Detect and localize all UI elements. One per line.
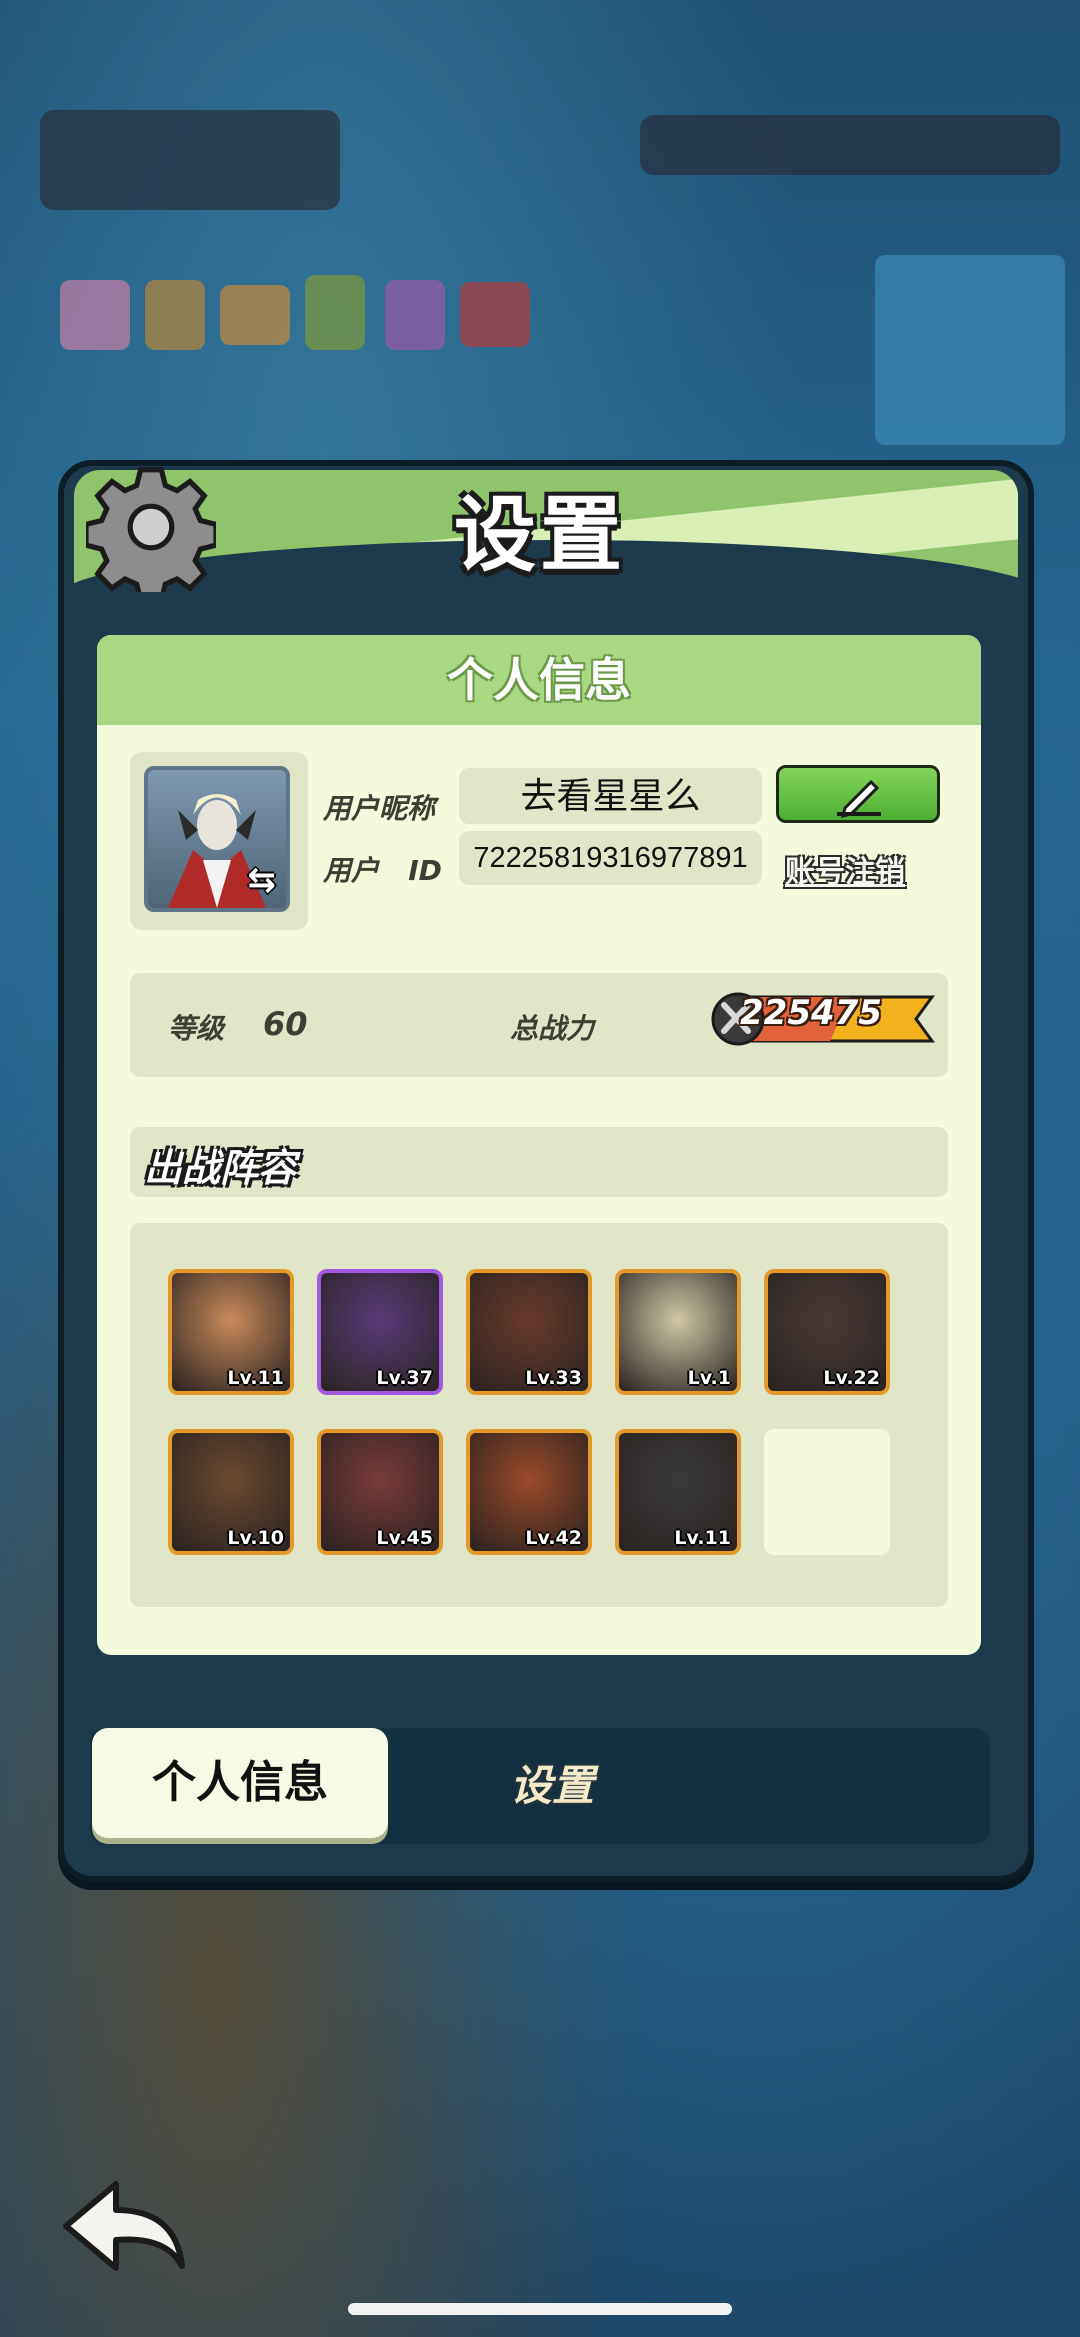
hero-level: Lv.37 <box>376 1367 433 1389</box>
uid-label-text: 用户 <box>323 854 380 887</box>
hero-slot[interactable]: Lv.33 <box>466 1269 592 1395</box>
hero-level: Lv.45 <box>376 1527 433 1549</box>
hero-level: Lv.1 <box>687 1367 731 1389</box>
avatar[interactable]: ⇆ <box>144 766 290 912</box>
avatar-frame[interactable]: ⇆ <box>130 752 308 930</box>
uid-label-suffix: ID <box>408 854 442 887</box>
back-arrow-icon[interactable] <box>56 2170 196 2280</box>
hero-slot[interactable]: Lv.37 <box>317 1269 443 1395</box>
lineup-header: 出战阵容 <box>130 1127 948 1197</box>
stats-row: 等级 60 总战力 225475 <box>130 973 948 1077</box>
dialog-title: 设置 <box>453 488 626 583</box>
uid-field[interactable]: 72225819316977891 <box>459 831 762 885</box>
hero-level: Lv.10 <box>227 1527 284 1549</box>
hero-slot[interactable]: Lv.42 <box>466 1429 592 1555</box>
cancel-account-link[interactable]: 账号注销 <box>785 847 905 891</box>
currency-hud-blurred <box>640 115 1060 175</box>
tab-profile[interactable]: 个人信息 <box>92 1728 388 1838</box>
power-label: 总战力 <box>510 1012 595 1045</box>
event-icon-blurred <box>460 282 530 347</box>
level-label: 等级 <box>168 1012 225 1045</box>
hero-slot[interactable]: Lv.10 <box>168 1429 294 1555</box>
player-hud-blurred <box>40 110 340 210</box>
home-indicator[interactable] <box>348 2303 732 2315</box>
nickname-field: 去看星星么 <box>459 768 762 824</box>
event-icon-blurred <box>305 275 365 350</box>
hero-level: Lv.22 <box>823 1367 880 1389</box>
hero-slot[interactable]: Lv.1 <box>615 1269 741 1395</box>
minimap-blurred <box>875 255 1065 445</box>
hero-slot[interactable]: Lv.22 <box>764 1269 890 1395</box>
pencil-icon <box>837 779 881 819</box>
hero-slot[interactable]: Lv.11 <box>615 1429 741 1555</box>
event-icon-blurred <box>220 285 290 345</box>
lineup-title: 出战阵容 <box>144 1146 297 1190</box>
swap-avatar-icon[interactable]: ⇆ <box>248 860 277 900</box>
event-icon-blurred <box>145 280 205 350</box>
event-icon-blurred <box>60 280 130 350</box>
profile-section: 个人信息 ⇆ 用户昵称 去看星星么 用户 ID 7222581931697789… <box>97 635 981 1655</box>
edit-nickname-button[interactable] <box>776 765 940 823</box>
bottom-tab-bar: 个人信息 设置 <box>90 1728 990 1844</box>
tab-settings[interactable]: 设置 <box>510 1752 594 1813</box>
nickname-label: 用户昵称 <box>323 792 436 825</box>
power-value: 225475 <box>740 993 882 1033</box>
hero-level: Lv.42 <box>525 1527 582 1549</box>
event-icon-blurred <box>385 280 445 350</box>
uid-label: 用户 ID <box>323 849 442 889</box>
hero-level: Lv.33 <box>525 1367 582 1389</box>
hero-level: Lv.11 <box>674 1527 731 1549</box>
hero-slot[interactable]: Lv.45 <box>317 1429 443 1555</box>
hero-level: Lv.11 <box>227 1367 284 1389</box>
level-value: 60 <box>263 1005 308 1043</box>
section-header: 个人信息 <box>97 635 981 725</box>
empty-hero-slot[interactable] <box>764 1429 890 1555</box>
lineup-grid: Lv.11 Lv.37 Lv.33 Lv.1 Lv.22 Lv.10 Lv.45 Lv.42 L… <box>130 1223 948 1607</box>
hero-slot[interactable]: Lv.11 <box>168 1269 294 1395</box>
